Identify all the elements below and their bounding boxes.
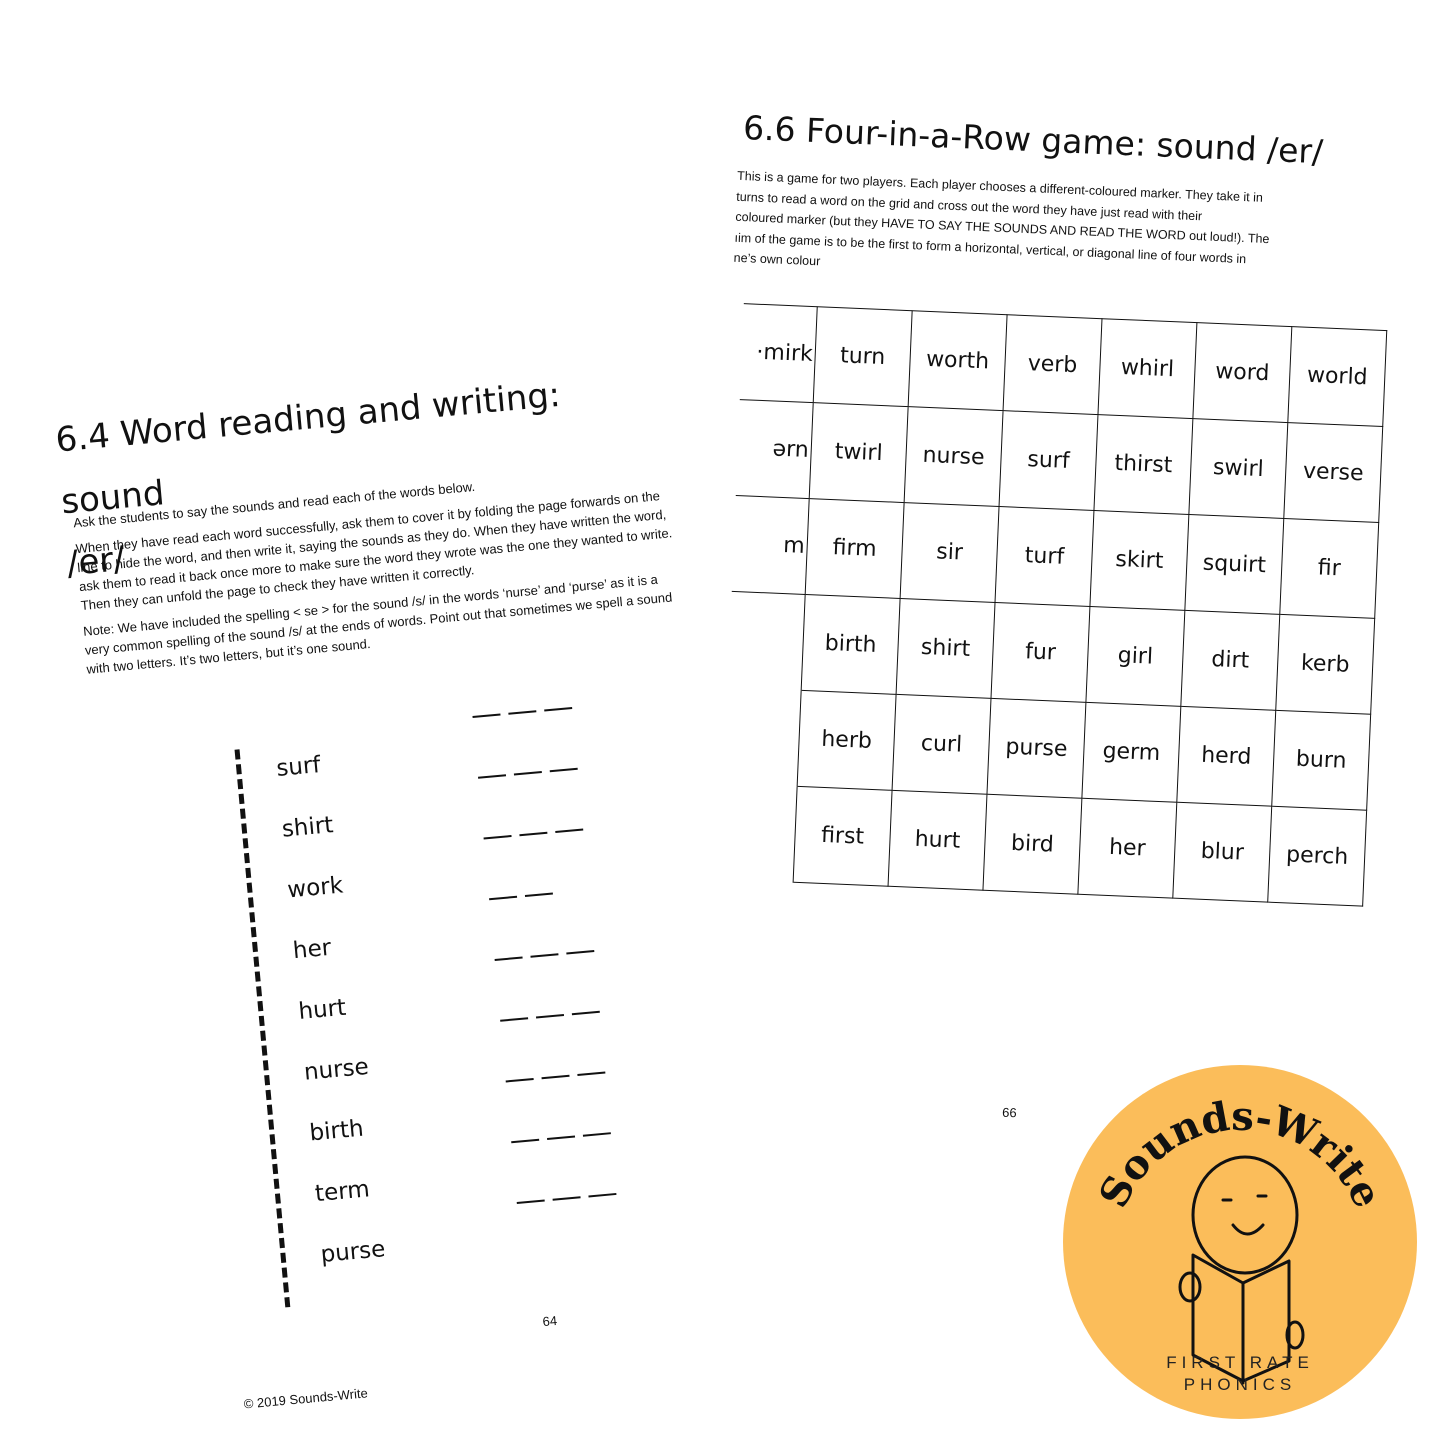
svg-text:Sounds-Write: Sounds-Write: [1090, 1093, 1391, 1215]
grid-cell[interactable]: germ: [1081, 702, 1181, 803]
grid-cell[interactable]: nurse: [904, 406, 1004, 507]
page-number: 66: [1001, 1104, 1017, 1121]
worksheet-page-four-in-a-row: 6.6 Four-in-a-Row game: sound /er/ This …: [702, 108, 1403, 1135]
grid-cell[interactable]: turf: [995, 506, 1094, 607]
grid-cell[interactable]: [727, 591, 806, 691]
grid-cell[interactable]: dirt: [1180, 610, 1280, 711]
grid-cell[interactable]: herd: [1176, 706, 1276, 807]
word: term: [313, 1176, 371, 1208]
grid-cell[interactable]: fir: [1279, 518, 1379, 619]
sounds-write-logo: Sounds-Write FIRST RATE PHONICS: [1063, 1065, 1417, 1419]
grid-cell[interactable]: herb: [797, 690, 897, 791]
word: work: [286, 872, 345, 904]
grid-cell[interactable]: [723, 687, 802, 787]
word: her: [291, 934, 333, 965]
logo-tagline: PHONICS: [1183, 1375, 1297, 1394]
writing-blanks[interactable]: [472, 706, 573, 719]
grid-cell[interactable]: surf: [999, 410, 1098, 511]
grid-cell[interactable]: blur: [1172, 802, 1272, 903]
grid-cell[interactable]: ·mirk: [739, 303, 818, 403]
word-grid: ·mirk turn worth verb whirl word world ərn twirl…: [719, 303, 1388, 907]
word: nurse: [302, 1053, 370, 1086]
grid-cell[interactable]: [719, 783, 798, 883]
word: surf: [275, 752, 322, 782]
grid-cell[interactable]: purse: [986, 698, 1086, 799]
page-number: 64: [541, 1312, 558, 1330]
grid-cell[interactable]: curl: [892, 694, 991, 795]
grid-cell[interactable]: sir: [900, 502, 1000, 603]
page-title: 6.6 Four-in-a-Row game: sound /er/: [742, 108, 1324, 172]
grid-cell[interactable]: shirt: [896, 598, 996, 699]
grid-cell[interactable]: verb: [1003, 314, 1102, 415]
grid-cell[interactable]: turn: [813, 306, 913, 407]
grid-cell[interactable]: firm: [805, 498, 905, 599]
logo-brand-text: Sounds-Write: [1090, 1093, 1391, 1215]
grid-cell[interactable]: bird: [982, 794, 1082, 895]
sound-blank[interactable]: [544, 706, 573, 712]
grid-cell[interactable]: verse: [1283, 422, 1383, 523]
game-instructions: This is a game for two players. Each pla…: [733, 166, 1327, 293]
grid-cell[interactable]: first: [793, 786, 893, 887]
grid-cell[interactable]: twirl: [809, 402, 909, 503]
copyright: © 2019 Sounds-Write: [243, 1385, 369, 1412]
grid-cell[interactable]: hurt: [888, 790, 987, 891]
grid-cell[interactable]: word: [1192, 322, 1292, 423]
word: purse: [319, 1236, 387, 1268]
grid-cell[interactable]: burn: [1271, 710, 1371, 811]
grid-cell[interactable]: skirt: [1089, 510, 1189, 611]
grid-cell[interactable]: ərn: [735, 399, 814, 499]
word: hurt: [297, 994, 348, 1025]
grid-cell[interactable]: fur: [990, 602, 1090, 703]
word: shirt: [280, 812, 335, 843]
grid-cell[interactable]: thirst: [1093, 414, 1193, 515]
word: birth: [308, 1115, 365, 1147]
grid-cell[interactable]: world: [1287, 326, 1387, 427]
grid-cell[interactable]: her: [1077, 798, 1177, 899]
word-list: surf shirt work her hurt nurse birth term purse: [275, 706, 743, 1303]
sound-blank[interactable]: [508, 710, 537, 715]
grid-cell[interactable]: squirt: [1184, 514, 1284, 615]
worksheet-page-word-reading: 6.4 Word reading and writing: sound /er/…: [48, 297, 781, 1412]
grid-cell[interactable]: perch: [1267, 806, 1367, 907]
sound-blank[interactable]: [472, 713, 501, 719]
grid-cell[interactable]: swirl: [1188, 418, 1288, 519]
logo-tagline: FIRST RATE: [1166, 1353, 1314, 1372]
grid-cell[interactable]: worth: [908, 310, 1008, 411]
grid-cell[interactable]: girl: [1085, 606, 1185, 707]
grid-cell[interactable]: kerb: [1275, 614, 1375, 715]
grid-cell[interactable]: m: [731, 495, 810, 595]
grid-cell[interactable]: birth: [801, 594, 901, 695]
grid-cell[interactable]: whirl: [1097, 318, 1197, 419]
